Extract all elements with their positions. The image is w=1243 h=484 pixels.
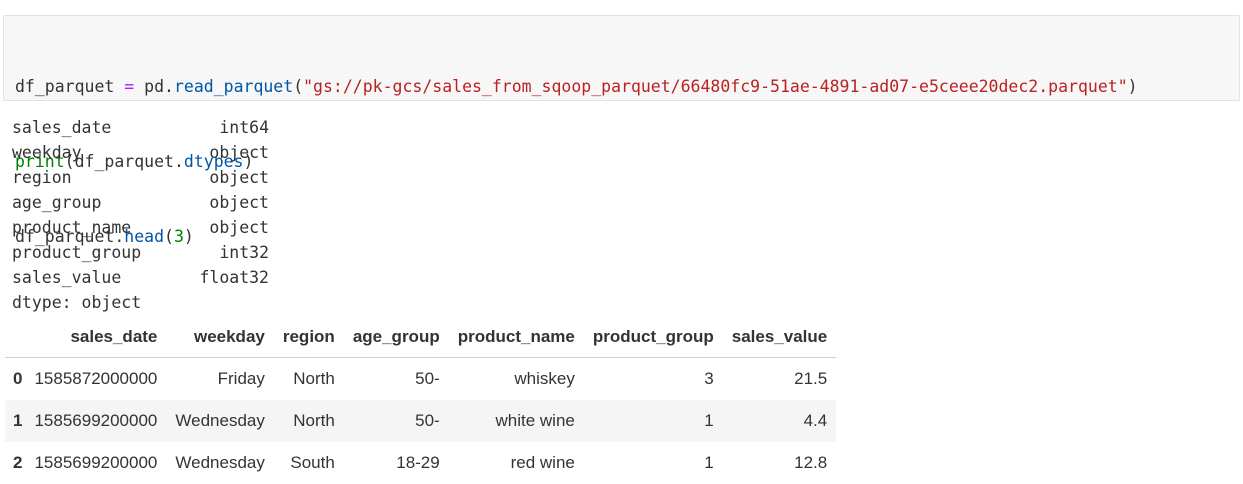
dtype-type: object: [209, 218, 269, 237]
column-header: product_name: [448, 317, 584, 358]
table-cell: 12.8: [794, 453, 828, 472]
table-cell: North: [293, 411, 335, 430]
table-cell: Wednesday: [175, 453, 265, 472]
table-header-row: sales_date weekday region age_group prod…: [5, 317, 837, 358]
dtype-name: sales_value: [12, 268, 122, 287]
dtype-name: product_group: [12, 243, 142, 262]
code-token: read_parquet: [173, 77, 294, 96]
table-cell: 50-: [415, 411, 440, 430]
column-header: product_group: [583, 317, 723, 358]
table-row: 2 1585699200000 Wednesday South 18-29 re…: [5, 442, 837, 484]
cell-output-stdout: sales_date int64 weekday object region obje…: [12, 115, 269, 315]
dtype-type: int64: [219, 118, 269, 137]
table-cell: white wine: [495, 411, 575, 430]
code-token: ): [1127, 77, 1138, 96]
table-cell: 18-29: [396, 453, 440, 472]
table-cell: 1: [704, 453, 714, 472]
dtype-type: float32: [199, 268, 269, 287]
table-cell: 50-: [415, 369, 440, 388]
table-row: 0 1585872000000 Friday North 50- whiskey…: [5, 357, 837, 400]
code-token: pd.: [144, 77, 174, 96]
dtype-type: object: [209, 193, 269, 212]
column-header-index: [5, 317, 26, 358]
dtype-footer: dtype: object: [12, 293, 142, 312]
column-header: age_group: [343, 317, 449, 358]
code-token: =: [114, 77, 145, 96]
column-header: region: [273, 317, 344, 358]
dataframe-table: sales_date weekday region age_group prod…: [5, 317, 837, 484]
code-line-1: df_parquet = pd.read_parquet("gs://pk-gc…: [15, 74, 1239, 99]
table-cell: 3: [704, 369, 714, 388]
dtype-row: weekday object: [12, 140, 269, 165]
row-index: 0: [13, 369, 23, 388]
dtype-name: weekday: [12, 143, 82, 162]
table-cell: Wednesday: [175, 411, 265, 430]
dtype-row: product_group int32: [12, 240, 269, 265]
dtype-type: object: [209, 168, 269, 187]
table-cell: South: [290, 453, 335, 472]
table-cell: 1585699200000: [34, 411, 158, 430]
table-cell: 21.5: [794, 369, 828, 388]
table-cell: red wine: [510, 453, 575, 472]
row-index: 2: [13, 453, 23, 472]
dtype-row: age_group object: [12, 190, 269, 215]
dtype-row: region object: [12, 165, 269, 190]
dtype-row: sales_date int64: [12, 115, 269, 140]
column-header: sales_value: [722, 317, 837, 358]
dtype-name: sales_date: [12, 118, 112, 137]
dtype-name: region: [12, 168, 72, 187]
code-token: "gs://pk-gcs/sales_from_sqoop_parquet/66…: [303, 77, 1128, 96]
row-index: 1: [13, 411, 23, 430]
dtype-type: object: [209, 143, 269, 162]
column-header: sales_date: [25, 317, 167, 358]
dtype-row: sales_value float32: [12, 265, 269, 290]
table-cell: 1585699200000: [34, 453, 158, 472]
table-cell: North: [293, 369, 335, 388]
column-header: weekday: [166, 317, 274, 358]
dtype-name: product_name: [12, 218, 132, 237]
table-cell: 1585872000000: [34, 369, 158, 388]
table-row: 1 1585699200000 Wednesday North 50- whit…: [5, 400, 837, 442]
table-cell: 1: [704, 411, 714, 430]
dtype-type: int32: [219, 243, 269, 262]
table-cell: whiskey: [514, 369, 575, 388]
table-cell: 4.4: [803, 411, 828, 430]
dtype-row: product_name object: [12, 215, 269, 240]
code-cell-input[interactable]: df_parquet = pd.read_parquet("gs://pk-gc…: [3, 15, 1240, 246]
code-token: (: [293, 77, 304, 96]
code-token: df_parquet: [15, 77, 115, 96]
table-cell: Friday: [217, 369, 265, 388]
dtype-name: age_group: [12, 193, 102, 212]
